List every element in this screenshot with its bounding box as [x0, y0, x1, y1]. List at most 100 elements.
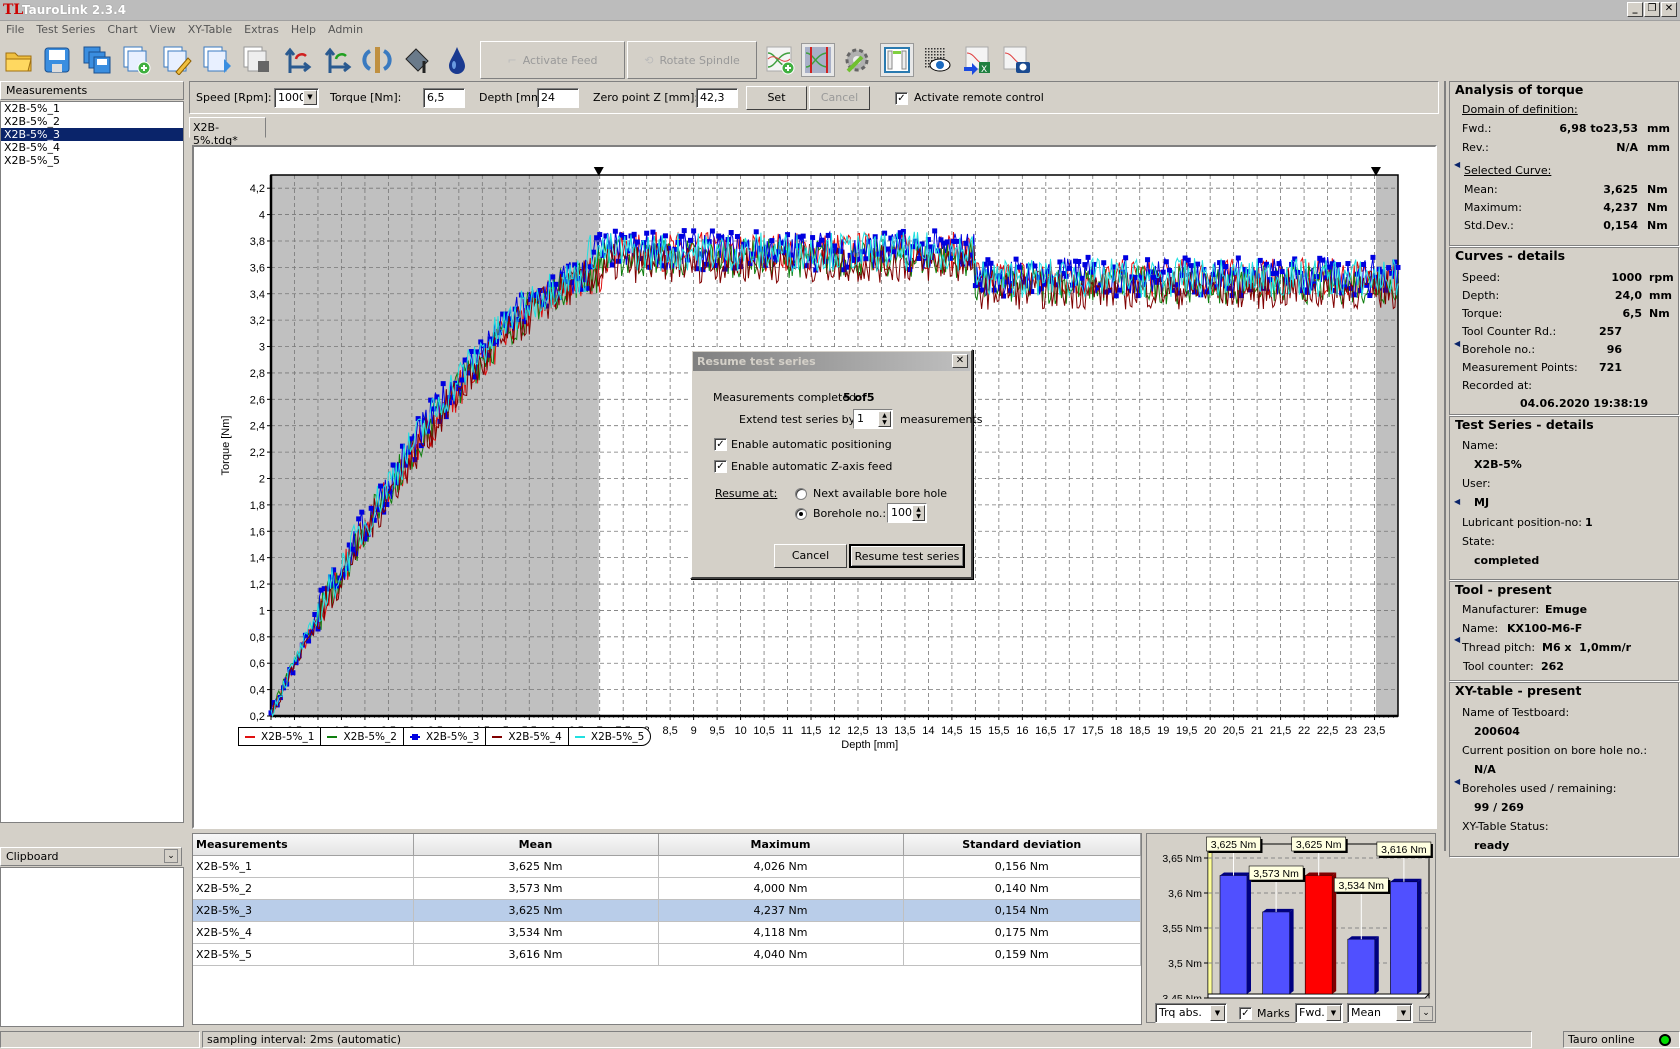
- table-row[interactable]: X2B-5%_2 3,573 Nm 4,000 Nm 0,140 Nm: [193, 877, 1141, 900]
- series-point: [1135, 293, 1141, 299]
- edit-series-icon[interactable]: [160, 43, 194, 77]
- legend-item[interactable]: X2B-5%_2: [321, 728, 404, 745]
- tool-name-label: Name:: [1462, 622, 1499, 635]
- speed-select[interactable]: 1000 ▼: [274, 88, 319, 108]
- series-next-icon[interactable]: [200, 43, 234, 77]
- metric-select[interactable]: Trq abs. ▼: [1155, 1003, 1227, 1023]
- zero-point-input[interactable]: 42,3: [696, 88, 738, 108]
- connection-status-text: Tauro online: [1568, 1033, 1635, 1046]
- borehole-spinner[interactable]: 100 ▲ ▼: [887, 503, 927, 523]
- menu-test-series[interactable]: Test Series: [30, 21, 101, 38]
- activate-feed-button[interactable]: ⌐ Activate Feed: [480, 41, 625, 79]
- menu-extras[interactable]: Extras: [238, 21, 285, 38]
- minimize-button[interactable]: _: [1627, 2, 1643, 17]
- resume-test-series-button[interactable]: Resume test series: [849, 544, 965, 568]
- collapse-chevron-icon[interactable]: ⌄: [1419, 1006, 1433, 1021]
- menu-view[interactable]: View: [144, 21, 182, 38]
- save-all-icon[interactable]: [80, 43, 114, 77]
- remote-control-checkbox[interactable]: ✓: [895, 92, 908, 105]
- series-point: [1386, 265, 1392, 271]
- bar-top: [1390, 878, 1422, 882]
- legend-item[interactable]: X2B-5%_4: [486, 728, 569, 745]
- menu-file[interactable]: File: [0, 21, 30, 38]
- export-excel-icon[interactable]: X: [960, 43, 994, 77]
- menu-admin[interactable]: Admin: [322, 21, 369, 38]
- save-icon[interactable]: [40, 43, 74, 77]
- series-stop-icon[interactable]: [240, 43, 274, 77]
- lubricant-drop-icon[interactable]: [440, 43, 474, 77]
- bar-value-label: 3,534 Nm: [1339, 880, 1385, 892]
- chevron-down-icon[interactable]: ▼: [303, 90, 317, 105]
- view-grid-icon[interactable]: [920, 43, 954, 77]
- axis-forward-icon[interactable]: [320, 43, 354, 77]
- table-row[interactable]: X2B-5%_3 3,625 Nm 4,237 Nm 0,154 Nm: [193, 899, 1141, 922]
- measurement-item[interactable]: X2B-5%_2: [1, 115, 183, 128]
- depth-input[interactable]: 24: [537, 88, 579, 108]
- bar-value-label: 3,625 Nm: [1211, 839, 1257, 851]
- chart-snapshot-icon[interactable]: [1000, 43, 1034, 77]
- table-row[interactable]: X2B-5%_4 3,534 Nm 4,118 Nm 0,175 Nm: [193, 921, 1141, 944]
- rotate-spindle-button[interactable]: ⟲ Rotate Spindle: [627, 41, 757, 79]
- menu-help[interactable]: Help: [285, 21, 322, 38]
- new-series-icon[interactable]: [120, 43, 154, 77]
- menu-chart[interactable]: Chart: [101, 21, 143, 38]
- collapse-chevron-icon[interactable]: ⌄: [164, 849, 178, 863]
- column-header-maximum[interactable]: Maximum: [658, 834, 904, 856]
- torque-input[interactable]: 6,5: [423, 88, 465, 108]
- collapse-arrow-icon[interactable]: ◀: [1454, 160, 1460, 169]
- column-header-std-dev[interactable]: Standard deviation: [903, 834, 1141, 856]
- spinner-arrows-icon[interactable]: ▲ ▼: [878, 411, 891, 427]
- extend-spinner[interactable]: 1 ▲ ▼: [853, 409, 893, 429]
- legend-item[interactable]: X2B-5%_1: [239, 728, 322, 745]
- auto-z-feed-checkbox[interactable]: ✓: [714, 460, 727, 473]
- measurement-item[interactable]: X2B-5%_4: [1, 141, 183, 154]
- statistic-select[interactable]: Mean ▼: [1347, 1003, 1413, 1023]
- series-point: [368, 505, 374, 511]
- measurement-item-selected[interactable]: X2B-5%_3: [1, 128, 183, 141]
- series-point: [459, 377, 465, 383]
- table-row[interactable]: X2B-5%_5 3,616 Nm 4,040 Nm 0,159 Nm: [193, 943, 1141, 966]
- oil-can-icon[interactable]: [400, 43, 434, 77]
- collapse-arrow-icon[interactable]: ◀: [1454, 339, 1460, 348]
- layout-panel-icon[interactable]: [880, 43, 914, 77]
- close-button[interactable]: ✕: [1661, 2, 1677, 17]
- auto-positioning-checkbox[interactable]: ✓: [714, 438, 727, 451]
- zero-point-label: Zero point Z [mm]:: [593, 91, 699, 104]
- analysis-title: Analysis of torque: [1455, 82, 1584, 97]
- chevron-down-icon[interactable]: ▼: [1326, 1005, 1341, 1021]
- marks-checkbox[interactable]: ✓: [1239, 1007, 1252, 1020]
- spinner-arrows-icon[interactable]: ▲ ▼: [912, 505, 925, 521]
- add-chart-icon[interactable]: [763, 43, 797, 77]
- column-header-measurements[interactable]: Measurements: [193, 834, 414, 856]
- collapse-arrow-icon[interactable]: ◀: [1454, 777, 1460, 786]
- chevron-down-icon[interactable]: ▼: [1396, 1005, 1411, 1021]
- measurements-list[interactable]: X2B-5%_1 X2B-5%_2 X2B-5%_3 X2B-5%_4 X2B-…: [0, 101, 184, 823]
- spindle-rotate-icon[interactable]: [360, 43, 394, 77]
- settings-tools-icon[interactable]: [840, 43, 874, 77]
- collapse-arrow-icon[interactable]: ◀: [1454, 497, 1460, 506]
- axis-reverse-icon[interactable]: [280, 43, 314, 77]
- menu-xy-table[interactable]: XY-Table: [182, 21, 238, 38]
- chart-markers-icon[interactable]: [801, 43, 835, 77]
- restore-button[interactable]: ❐: [1644, 2, 1660, 17]
- column-header-mean[interactable]: Mean: [413, 834, 659, 856]
- tab-document[interactable]: X2B-5%.tdg*: [189, 117, 266, 147]
- open-folder-icon[interactable]: [2, 43, 36, 77]
- collapse-arrow-icon[interactable]: ◀: [1454, 635, 1460, 644]
- cancel-button[interactable]: Cancel: [809, 86, 870, 110]
- set-button[interactable]: Set: [746, 86, 807, 110]
- clipboard-area[interactable]: [0, 867, 184, 1027]
- legend-item[interactable]: X2B-5%_5: [569, 728, 650, 745]
- chevron-down-icon[interactable]: ▼: [1210, 1005, 1225, 1021]
- next-borehole-radio[interactable]: [795, 488, 807, 500]
- dialog-cancel-button[interactable]: Cancel: [774, 544, 847, 568]
- legend-item[interactable]: X2B-5%_3: [404, 728, 487, 745]
- testboard-label: Name of Testboard:: [1462, 706, 1570, 719]
- measurement-item[interactable]: X2B-5%_1: [1, 102, 183, 115]
- direction-select[interactable]: Fwd. ▼: [1295, 1003, 1343, 1023]
- measurement-item[interactable]: X2B-5%_5: [1, 154, 183, 167]
- series-point: [597, 232, 603, 238]
- dialog-close-button[interactable]: ✕: [952, 354, 968, 368]
- table-row[interactable]: X2B-5%_1 3,625 Nm 4,026 Nm 0,156 Nm: [193, 855, 1141, 878]
- borehole-no-radio[interactable]: [795, 508, 807, 520]
